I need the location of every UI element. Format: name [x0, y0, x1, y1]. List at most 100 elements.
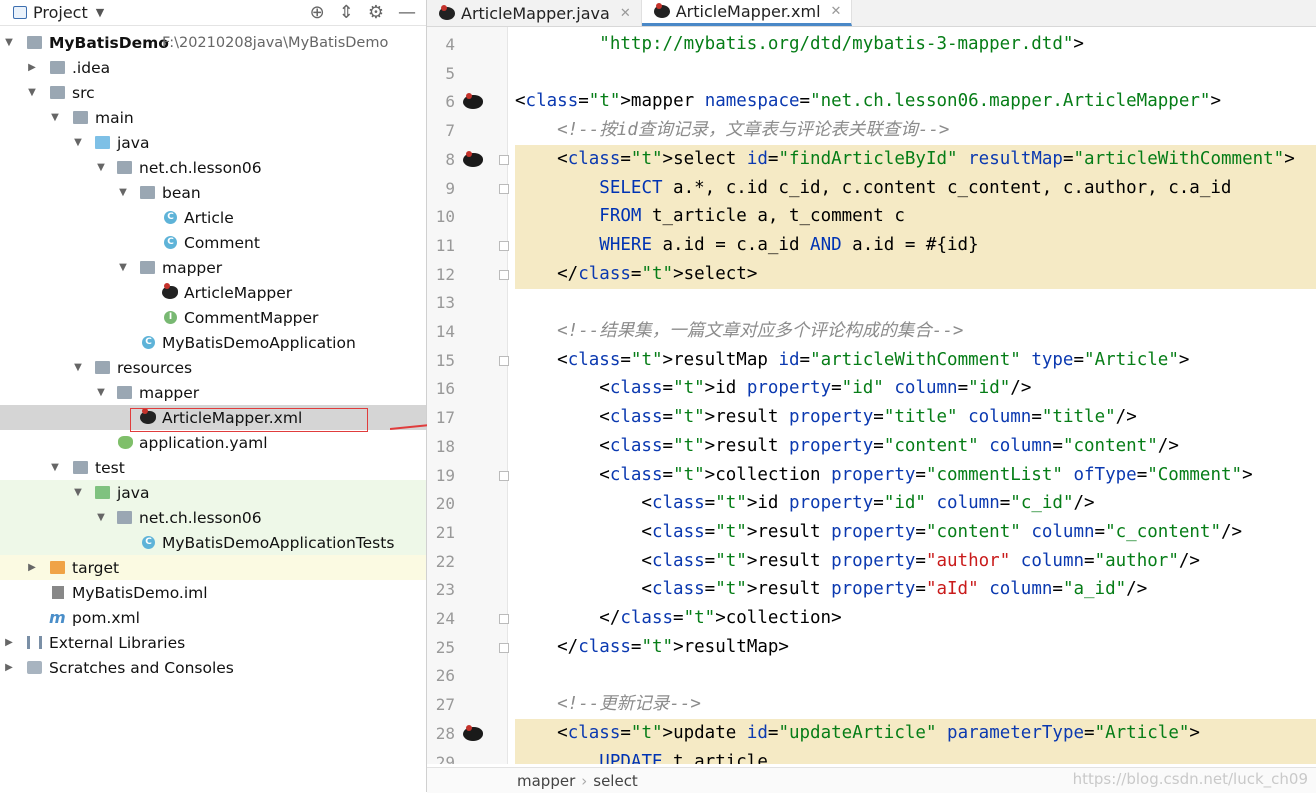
tree-item-bean[interactable]: ▼ bean	[0, 180, 426, 205]
fold-marker-icon[interactable]	[499, 355, 509, 366]
code-line[interactable]: <class="t">result property="aId" column=…	[515, 575, 1316, 604]
source-folder-icon	[95, 136, 110, 149]
close-icon[interactable]: ✕	[831, 4, 842, 19]
code-line[interactable]: FROM t_article a, t_comment c	[515, 202, 1316, 232]
mybatis-navigate-icon[interactable]	[463, 724, 483, 741]
package-icon	[117, 511, 132, 524]
tree-item-idea[interactable]: ▶ .idea	[0, 55, 426, 80]
fold-marker-icon[interactable]	[499, 154, 509, 165]
tree-item-application-yaml[interactable]: application.yaml	[0, 430, 426, 455]
code-line[interactable]: <class="t">result property="title" colum…	[515, 403, 1316, 432]
code-line[interactable]: <!--结果集，一篇文章对应多个评论构成的集合-->	[515, 317, 1316, 346]
expand-arrow-icon[interactable]: ▼	[117, 187, 129, 198]
breadcrumb-item[interactable]: mapper	[517, 772, 575, 790]
code-line[interactable]	[515, 59, 1316, 88]
code-line[interactable]: </class="t">select>	[515, 259, 1316, 289]
code-line[interactable]	[515, 661, 1316, 690]
mybatis-navigate-icon[interactable]	[463, 93, 483, 110]
expand-arrow-icon[interactable]: ▼	[49, 462, 61, 473]
expand-arrow-icon[interactable]: ▶	[3, 637, 15, 648]
fold-marker-icon[interactable]	[499, 183, 509, 194]
breadcrumb-item[interactable]: select	[593, 772, 638, 790]
expand-arrow-icon[interactable]: ▼	[95, 512, 107, 523]
code-line[interactable]: </class="t">collection>	[515, 604, 1316, 633]
project-panel-title[interactable]: Project	[33, 3, 88, 22]
expand-arrow-icon[interactable]: ▼	[3, 37, 15, 48]
code-line[interactable]: UPDATE t_article	[515, 747, 1316, 764]
tree-item-comment[interactable]: C Comment	[0, 230, 426, 255]
gear-icon[interactable]: ⚙	[368, 2, 384, 23]
expand-arrow-icon[interactable]: ▼	[26, 87, 38, 98]
line-number: 12	[435, 264, 455, 284]
tree-item-test-package[interactable]: ▼ net.ch.lesson06	[0, 505, 426, 530]
code-line[interactable]: <class="t">result property="content" col…	[515, 432, 1316, 461]
fold-marker-icon[interactable]	[499, 470, 509, 481]
expand-arrow-icon[interactable]: ▼	[72, 362, 84, 373]
folder-icon	[50, 61, 65, 74]
tree-item-project-root[interactable]: ▼ MyBatisDemo F:\20210208java\MyBatisDem…	[0, 30, 426, 55]
tree-item-target[interactable]: ▶ target	[0, 555, 426, 580]
close-icon[interactable]: ✕	[620, 6, 631, 21]
editor-tabs: ArticleMapper.java ✕ ArticleMapper.xml ✕	[427, 0, 1316, 27]
tree-item-articlemapper[interactable]: ArticleMapper	[0, 280, 426, 305]
code-line[interactable]: <!--按id查询记录，文章表与评论表关联查询-->	[515, 116, 1316, 145]
fold-marker-icon[interactable]	[499, 614, 509, 624]
chevron-down-icon[interactable]: ▼	[96, 6, 104, 19]
tree-item-test[interactable]: ▼ test	[0, 455, 426, 480]
tree-item-iml[interactable]: MyBatisDemo.iml	[0, 580, 426, 605]
tree-item-mapper-package[interactable]: ▼ mapper	[0, 255, 426, 280]
expand-arrow-icon[interactable]: ▶	[26, 562, 38, 573]
tree-item-application[interactable]: C MyBatisDemoApplication	[0, 330, 426, 355]
tree-item-resources[interactable]: ▼ resources	[0, 355, 426, 380]
expand-arrow-icon[interactable]: ▶	[3, 662, 15, 673]
mybatis-navigate-icon[interactable]	[463, 150, 483, 167]
expand-arrow-icon[interactable]: ▼	[72, 137, 84, 148]
tab-articlemapper-xml[interactable]: ArticleMapper.xml ✕	[641, 0, 853, 26]
code-line[interactable]: <class="t">id property="id" column="c_id…	[515, 489, 1316, 518]
fold-marker-icon[interactable]	[499, 269, 509, 280]
code-line[interactable]: <class="t">select id="findArticleById" r…	[515, 144, 1316, 174]
locate-icon[interactable]: ⊕	[310, 2, 325, 23]
collapse-all-icon[interactable]: ⇕	[339, 2, 354, 23]
code-line[interactable]: WHERE a.id = c.a_id AND a.id = #{id}	[515, 230, 1316, 260]
tree-item-src[interactable]: ▼ src	[0, 80, 426, 105]
code-line[interactable]: <!--更新记录-->	[515, 690, 1316, 719]
code-line[interactable]	[515, 288, 1316, 317]
tree-item-package[interactable]: ▼ net.ch.lesson06	[0, 155, 426, 180]
code-editor[interactable]: 4 5 6 7 8 9 10 11 12 13 14 15 16 17 18 19 20 21 22 23 24 25 26…	[427, 27, 1316, 764]
expand-arrow-icon[interactable]: ▼	[117, 262, 129, 273]
tree-item-label: target	[72, 558, 120, 577]
tree-item-label: java	[117, 483, 150, 502]
code-line[interactable]: <class="t">update id="updateArticle" par…	[515, 718, 1316, 748]
tree-item-article[interactable]: C Article	[0, 205, 426, 230]
tab-articlemapper-java[interactable]: ArticleMapper.java ✕	[427, 0, 642, 26]
code-line[interactable]: <class="t">result property="content" col…	[515, 518, 1316, 547]
tree-item-scratches[interactable]: ▶ Scratches and Consoles	[0, 655, 426, 680]
tree-item-external-libraries[interactable]: ▶ External Libraries	[0, 630, 426, 655]
tree-item-pom[interactable]: m pom.xml	[0, 605, 426, 630]
code-line[interactable]: SELECT a.*, c.id c_id, c.content c_conte…	[515, 173, 1316, 203]
line-number: 9	[445, 178, 455, 198]
tree-item-main[interactable]: ▼ main	[0, 105, 426, 130]
tree-item-java[interactable]: ▼ java	[0, 130, 426, 155]
tree-item-tests-class[interactable]: C MyBatisDemoApplicationTests	[0, 530, 426, 555]
code-line[interactable]: "http://mybatis.org/dtd/mybatis-3-mapper…	[515, 30, 1316, 59]
code-line[interactable]: <class="t">resultMap id="articleWithComm…	[515, 346, 1316, 375]
code-line[interactable]: <class="t">mapper namespace="net.ch.less…	[515, 87, 1316, 116]
code-line[interactable]: <class="t">id property="id" column="id"/…	[515, 374, 1316, 403]
expand-arrow-icon[interactable]: ▼	[72, 487, 84, 498]
fold-marker-icon[interactable]	[499, 240, 509, 251]
tree-item-test-java[interactable]: ▼ java	[0, 480, 426, 505]
expand-arrow-icon[interactable]: ▼	[95, 162, 107, 173]
code-line[interactable]: <class="t">result property="author" colu…	[515, 547, 1316, 576]
code-line[interactable]: <class="t">collection property="commentL…	[515, 461, 1316, 490]
minimize-icon[interactable]: —	[398, 2, 416, 23]
expand-arrow-icon[interactable]: ▼	[49, 112, 61, 123]
expand-arrow-icon[interactable]: ▼	[95, 387, 107, 398]
tree-item-resources-mapper[interactable]: ▼ mapper	[0, 380, 426, 405]
fold-marker-icon[interactable]	[499, 642, 509, 653]
expand-arrow-icon[interactable]: ▶	[26, 62, 38, 73]
tree-item-commentmapper[interactable]: I CommentMapper	[0, 305, 426, 330]
code-line[interactable]: </class="t">resultMap>	[515, 633, 1316, 662]
tree-item-label: resources	[117, 358, 193, 377]
